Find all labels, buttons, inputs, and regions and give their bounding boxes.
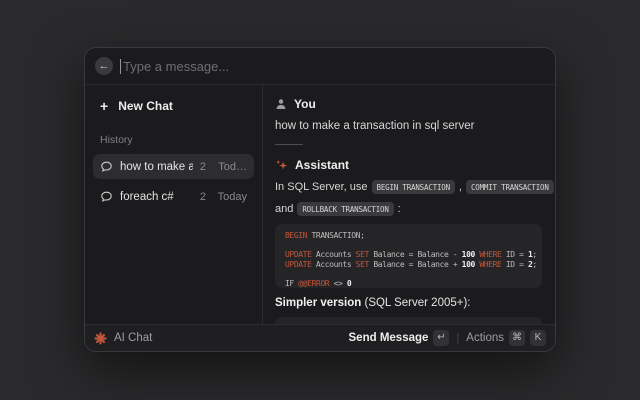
ai-chat-logo-icon: [94, 332, 107, 345]
conversation-pane: You how to make a transaction in sql ser…: [263, 85, 555, 324]
chat-date: Today: [213, 191, 247, 203]
user-message-header: You: [275, 97, 542, 111]
ai-chat-window: ← Type a message... + New Chat History h…: [84, 47, 556, 352]
inline-code-rollback-transaction: ROLLBACK TRANSACTION: [297, 202, 393, 216]
new-chat-button[interactable]: + New Chat: [93, 95, 254, 117]
paragraph-text: ,: [459, 181, 462, 193]
paragraph-text: and: [275, 203, 293, 215]
chat-list-item-foreach[interactable]: foreach c# 2 Today: [93, 184, 254, 209]
text-cursor: [120, 59, 121, 74]
send-message-label: Send Message: [349, 332, 429, 344]
chat-bubble-icon: [100, 160, 113, 173]
user-message-text: how to make a transaction in sql server: [275, 120, 542, 132]
back-arrow-icon: ←: [99, 61, 110, 72]
inline-code-begin-transaction: BEGIN TRANSACTION: [372, 180, 455, 194]
person-icon: [275, 98, 287, 110]
main-area: + New Chat History how to make a transa……: [85, 85, 555, 324]
assistant-message-header: Assistant: [275, 158, 542, 172]
status-bar-separator: |: [456, 332, 459, 344]
sql-code-block: BEGIN TRANSACTION;UPDATE Accounts SET Ba…: [275, 224, 542, 288]
user-label: You: [294, 97, 316, 111]
message-divider: [275, 144, 303, 145]
plus-icon: +: [100, 99, 108, 113]
next-code-block-partial: [275, 317, 542, 324]
return-key-icon: ↵: [433, 330, 449, 346]
back-button[interactable]: ←: [95, 57, 113, 75]
outro-bold-text: Simpler version: [275, 297, 361, 309]
command-key-icon: ⌘: [509, 330, 525, 346]
sidebar: + New Chat History how to make a transa……: [85, 85, 263, 324]
new-chat-label: New Chat: [118, 99, 173, 113]
chat-message-count: 2: [200, 191, 206, 203]
paragraph-text: :: [398, 203, 401, 215]
assistant-paragraph-line-1: In SQL Server, use BEGIN TRANSACTION , C…: [275, 180, 542, 194]
assistant-paragraph-line-2: and ROLLBACK TRANSACTION :: [275, 202, 542, 216]
assistant-outro-text: Simpler version (SQL Server 2005+):: [275, 297, 542, 309]
outro-regular-text: (SQL Server 2005+):: [361, 297, 470, 309]
message-input-bar: ← Type a message...: [85, 48, 555, 85]
inline-code-commit-transaction: COMMIT TRANSACTION: [466, 180, 554, 194]
chat-bubble-icon: [100, 190, 113, 203]
status-bar: AI Chat Send Message ↵ | Actions ⌘ K: [85, 324, 555, 351]
assistant-label: Assistant: [295, 158, 349, 172]
k-key-icon: K: [530, 330, 546, 346]
chat-list-item-transaction[interactable]: how to make a transa… 2 Tod…: [93, 154, 254, 179]
status-bar-actions: Send Message ↵ | Actions ⌘ K: [349, 330, 546, 346]
actions-label: Actions: [466, 332, 504, 344]
message-input[interactable]: Type a message...: [123, 59, 229, 74]
paragraph-text: In SQL Server, use: [275, 181, 368, 193]
chat-message-count: 2: [200, 161, 206, 173]
sparkles-icon: [275, 159, 288, 172]
app-name: AI Chat: [114, 332, 152, 344]
send-message-button[interactable]: Send Message ↵: [349, 330, 450, 346]
chat-title: foreach c#: [120, 191, 193, 203]
actions-button[interactable]: Actions ⌘ K: [466, 330, 546, 346]
chat-date: Tod…: [213, 161, 247, 173]
history-section-label: History: [93, 134, 254, 146]
chat-title: how to make a transa…: [120, 161, 193, 173]
